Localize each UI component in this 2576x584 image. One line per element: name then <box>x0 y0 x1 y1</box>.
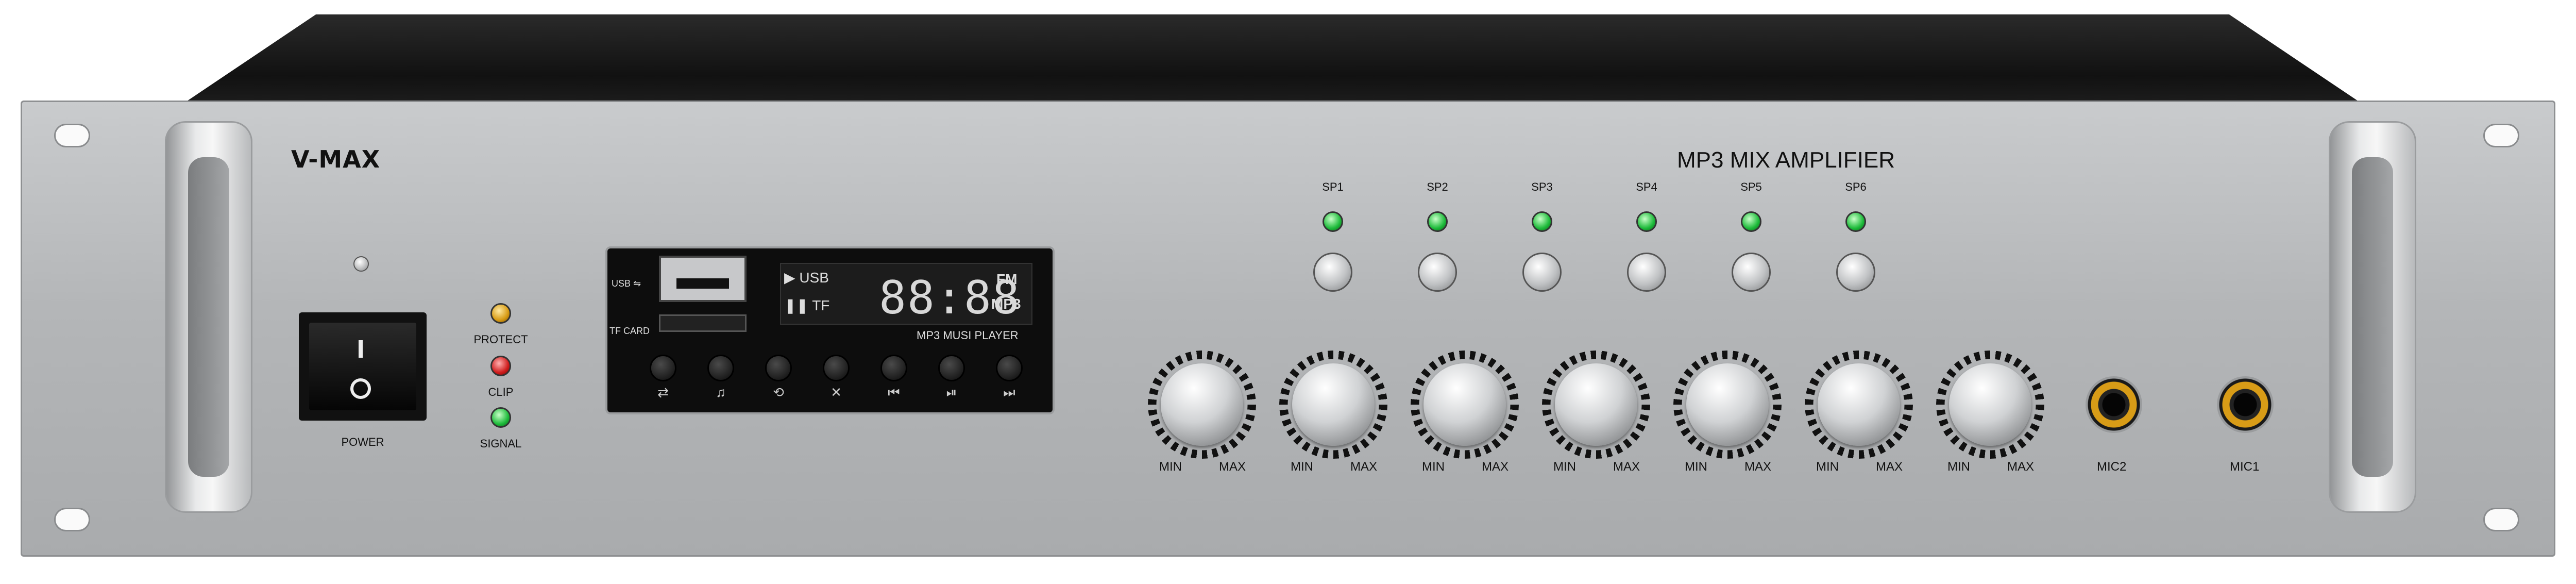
volume-knob[interactable] <box>1542 351 1650 459</box>
max-label: MAX <box>1482 460 1509 474</box>
zone-led-sp4 <box>1636 211 1657 232</box>
max-label: MAX <box>1613 460 1640 474</box>
rack-handle-left[interactable] <box>165 121 252 513</box>
fm-indicator: FM <box>996 271 1018 287</box>
handle-grip <box>2352 157 2393 477</box>
zone-led-sp3 <box>1532 211 1552 232</box>
model-title: MP3 MIX AMPLIFIER <box>1677 147 1895 173</box>
knob-cap[interactable] <box>1292 363 1375 446</box>
mp3-player-module: USB ⇋ TF CARD ▶ USB ❚❚ TF 88:88 FM MP3 M… <box>605 246 1055 414</box>
clip-led <box>490 356 511 376</box>
mp3-indicator: MP3 <box>991 296 1021 312</box>
play-pause-button[interactable] <box>938 355 965 381</box>
max-label: MAX <box>2007 460 2035 474</box>
signal-led <box>490 407 511 428</box>
volume-knob[interactable] <box>1148 351 1256 459</box>
zone-led-sp5 <box>1741 211 1761 232</box>
on-symbol <box>359 340 363 358</box>
tf-card-label: TF CARD <box>609 326 650 336</box>
rack-handle-right[interactable] <box>2329 121 2416 513</box>
knob-cap[interactable] <box>1423 363 1506 446</box>
max-label: MAX <box>1219 460 1246 474</box>
protect-led <box>490 303 511 324</box>
max-label: MAX <box>1744 460 1772 474</box>
power-switch[interactable] <box>299 312 427 421</box>
knob-cap[interactable] <box>1161 363 1243 446</box>
next-icon: ⏭ <box>1003 385 1015 400</box>
tf-card-slot[interactable] <box>659 314 747 332</box>
mute-button[interactable] <box>823 355 850 381</box>
tf-indicator: ❚❚ TF <box>784 297 830 313</box>
rack-hole <box>54 508 90 531</box>
volume-knob[interactable] <box>1279 351 1387 459</box>
music-button[interactable] <box>707 355 734 381</box>
zone-button-sp1[interactable] <box>1313 253 1352 292</box>
previous-button[interactable] <box>880 355 907 381</box>
rack-hole <box>2483 124 2519 147</box>
clip-label: CLIP <box>488 386 514 398</box>
max-label: MAX <box>1876 460 1903 474</box>
repeat-icon: ⇄ <box>657 385 669 400</box>
zone-label-sp1: SP1 <box>1322 180 1344 193</box>
mic1-jack[interactable] <box>2217 376 2274 433</box>
protect-label: PROTECT <box>473 333 528 346</box>
volume-knob[interactable] <box>1805 351 1913 459</box>
zone-button-sp5[interactable] <box>1732 253 1771 292</box>
signal-label: SIGNAL <box>480 437 522 450</box>
knob-cap[interactable] <box>1555 363 1637 446</box>
zone-led-sp1 <box>1323 211 1343 232</box>
zone-led-sp2 <box>1427 211 1448 232</box>
zone-label-sp4: SP4 <box>1636 180 1657 193</box>
min-label: MIN <box>1291 460 1313 474</box>
mic2-label: MIC2 <box>2097 460 2127 474</box>
play-pause-icon: ⏯ <box>946 385 957 400</box>
min-label: MIN <box>1422 460 1445 474</box>
mic1-label: MIC1 <box>2230 460 2260 474</box>
zone-button-sp3[interactable] <box>1522 253 1562 292</box>
usb-indicator: ▶ USB <box>784 270 829 286</box>
usb-port[interactable] <box>659 256 747 302</box>
usb-label: USB ⇋ <box>612 278 641 289</box>
music-note-icon: ♫ <box>716 385 726 400</box>
power-indicator-led <box>353 256 369 272</box>
handle-grip <box>188 157 229 477</box>
loop-icon: ⟲ <box>773 385 784 400</box>
zone-label-sp6: SP6 <box>1845 180 1867 193</box>
brand-logo: V-MAX <box>291 145 381 173</box>
previous-icon: ⏮ <box>888 385 900 400</box>
loop-button[interactable] <box>765 355 792 381</box>
knob-cap[interactable] <box>1686 363 1769 446</box>
max-label: MAX <box>1350 460 1378 474</box>
power-rocker[interactable] <box>309 323 416 410</box>
min-label: MIN <box>1816 460 1839 474</box>
min-label: MIN <box>1553 460 1576 474</box>
rack-hole <box>2483 508 2519 531</box>
min-label: MIN <box>1159 460 1182 474</box>
repeat-button[interactable] <box>650 355 676 381</box>
volume-knob[interactable] <box>1936 351 2044 459</box>
off-symbol <box>350 378 371 399</box>
mic2-jack[interactable] <box>2086 376 2142 433</box>
zone-label-sp3: SP3 <box>1531 180 1553 193</box>
volume-knob[interactable] <box>1673 351 1782 459</box>
mp3-player-title: MP3 MUSI PLAYER <box>917 329 1019 342</box>
top-cover <box>185 14 2360 102</box>
next-button[interactable] <box>996 355 1023 381</box>
knob-cap[interactable] <box>1949 363 2031 446</box>
volume-knob[interactable] <box>1411 351 1519 459</box>
knob-cap[interactable] <box>1818 363 1900 446</box>
rack-hole <box>54 124 90 147</box>
lcd-display: ▶ USB ❚❚ TF 88:88 FM MP3 <box>780 263 1032 325</box>
power-label: POWER <box>341 436 384 448</box>
zone-label-sp5: SP5 <box>1740 180 1762 193</box>
zone-label-sp2: SP2 <box>1427 180 1448 193</box>
zone-button-sp2[interactable] <box>1418 253 1457 292</box>
min-label: MIN <box>1685 460 1707 474</box>
min-label: MIN <box>1947 460 1970 474</box>
usb-slot <box>676 278 729 289</box>
zone-led-sp6 <box>1845 211 1866 232</box>
mute-icon: ✕ <box>831 385 842 400</box>
zone-button-sp6[interactable] <box>1836 253 1875 292</box>
zone-button-sp4[interactable] <box>1627 253 1666 292</box>
